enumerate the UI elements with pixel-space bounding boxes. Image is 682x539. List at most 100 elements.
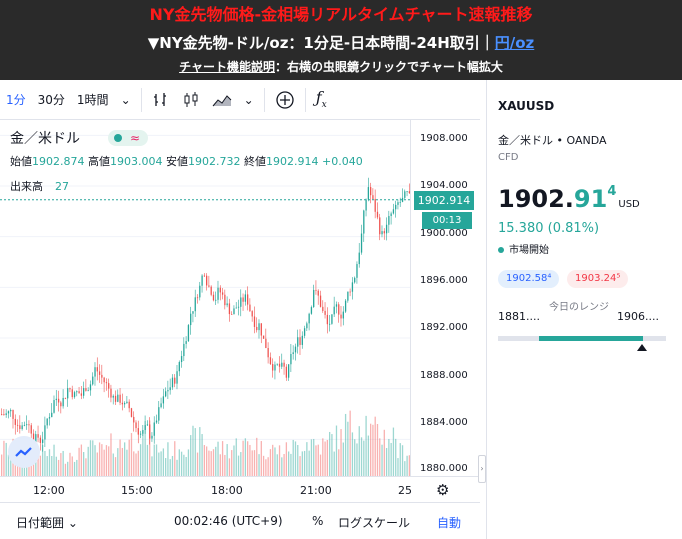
volume-bar	[292, 439, 294, 476]
collapse-panel-handle[interactable]: ›	[478, 455, 486, 483]
time-axis[interactable]: 12:00 15:00 18:00 21:00 25 ⚙	[0, 476, 480, 502]
candle-body	[117, 394, 119, 402]
currency-label: USD	[618, 199, 640, 210]
candle-body	[290, 353, 292, 365]
volume-bar	[272, 444, 274, 476]
volume-bar	[297, 445, 299, 476]
candle-body	[160, 403, 162, 408]
volume-bar	[149, 420, 151, 476]
price-chart-svg[interactable]	[0, 120, 410, 476]
volume-bar	[406, 455, 408, 476]
log-scale-toggle[interactable]: ログスケール	[338, 514, 410, 531]
volume-bar	[98, 442, 101, 476]
candle-body	[221, 292, 224, 295]
candle-body	[26, 424, 28, 426]
candle-body	[342, 311, 344, 319]
interval-1m-button[interactable]: 1分	[0, 86, 32, 114]
candle-body	[253, 316, 256, 327]
price-axis-label: 1884.000	[420, 417, 468, 428]
price-axis-label: 1908.000	[420, 133, 468, 144]
volume-legend: 出来高 27	[10, 178, 69, 194]
current-price-label: 1902.914	[414, 191, 474, 210]
chevron-down-icon: ⌄	[243, 92, 254, 107]
candle-body	[244, 294, 247, 302]
interval-dropdown[interactable]: ⌄	[115, 86, 137, 114]
price-axis-label: 1888.000	[420, 370, 468, 381]
candle-body	[80, 393, 83, 396]
price-chart[interactable]: 金／米ドル ≈ 始値1902.874 高値1903.004 安値1902.732…	[0, 120, 480, 476]
volume-bar	[224, 454, 226, 476]
candle-body	[256, 326, 258, 331]
volume-bar	[233, 445, 235, 476]
yen-per-oz-link[interactable]: 円/oz	[495, 34, 535, 52]
volume-bar	[212, 449, 215, 476]
interval-30m-button[interactable]: 30分	[32, 86, 71, 114]
volume-bar	[358, 426, 360, 476]
candle-body	[121, 402, 124, 405]
candle-body	[210, 286, 212, 295]
tradingview-logo[interactable]	[8, 436, 40, 468]
candle-body	[135, 422, 137, 429]
timezone-clock[interactable]: 00:02:46 (UTC+9)	[174, 514, 283, 528]
day-range-fill	[539, 336, 643, 341]
candle-body	[103, 377, 105, 383]
compare-button[interactable]	[269, 86, 301, 114]
candle-body	[329, 323, 331, 325]
candle-body	[383, 231, 385, 234]
candle-body	[146, 424, 149, 426]
volume-bar	[338, 449, 340, 476]
change-value: +0.040	[322, 155, 363, 168]
candle-body	[174, 377, 176, 384]
candle-body	[199, 285, 201, 298]
volume-bar	[124, 442, 126, 476]
indicators-button[interactable]: ƒx	[310, 86, 333, 114]
volume-bar	[194, 428, 196, 476]
candle-body	[265, 338, 267, 349]
candle-body	[326, 314, 329, 325]
volume-bar	[146, 444, 149, 476]
candle-body	[171, 377, 174, 388]
chart-help-link[interactable]: チャート機能説明	[179, 60, 275, 74]
volume-bar	[251, 450, 253, 476]
symbol-details-panel: XAUUSD 金／米ドル • OANDA CFD 1902.914USD 15.…	[486, 80, 682, 539]
candles-style-button[interactable]	[176, 86, 206, 114]
candle-body	[114, 395, 117, 402]
candle-body	[294, 346, 297, 353]
site-banner: NY金先物価格-金相場リアルタイムチャート速報推移 ▼NY金先物-ドル/oz：1…	[0, 0, 682, 80]
volume-bar	[235, 438, 237, 476]
chart-style-dropdown[interactable]: ⌄	[238, 86, 260, 114]
candle-body	[217, 287, 219, 300]
candle-body	[112, 395, 114, 398]
date-range-button[interactable]: 日付範囲 ⌄	[16, 514, 78, 531]
candle-body	[196, 297, 199, 299]
candle-body	[169, 387, 171, 391]
chevron-down-icon: ⌄	[120, 92, 131, 107]
candle-body	[388, 216, 390, 225]
percent-scale-toggle[interactable]: %	[312, 514, 323, 528]
area-style-button[interactable]	[206, 86, 238, 114]
auto-scale-toggle[interactable]: 自動	[437, 514, 461, 531]
candle-body	[190, 313, 192, 326]
volume-bar	[185, 457, 187, 476]
candle-body	[272, 364, 274, 371]
candle-body	[1, 414, 3, 415]
interval-1h-button[interactable]: 1時間	[71, 86, 115, 114]
volume-bar	[249, 444, 251, 476]
volume-bar	[256, 437, 258, 476]
bars-style-button[interactable]	[146, 86, 176, 114]
gear-icon[interactable]: ⚙	[436, 481, 449, 499]
volume-bar	[162, 448, 165, 476]
banner-title: NY金先物価格-金相場リアルタイムチャート速報推移	[149, 5, 533, 24]
candle-body	[374, 198, 376, 212]
volume-bar	[283, 454, 285, 476]
price-axis-label: 1896.000	[420, 275, 468, 286]
volume-bar	[374, 416, 376, 476]
volume-bar	[57, 459, 60, 476]
volume-bar	[3, 440, 5, 476]
volume-bar	[390, 442, 392, 476]
candle-body	[119, 394, 121, 403]
candle-body	[73, 392, 76, 398]
candle-body	[356, 264, 358, 278]
volume-bar	[1, 454, 3, 476]
candle-body	[60, 402, 62, 407]
